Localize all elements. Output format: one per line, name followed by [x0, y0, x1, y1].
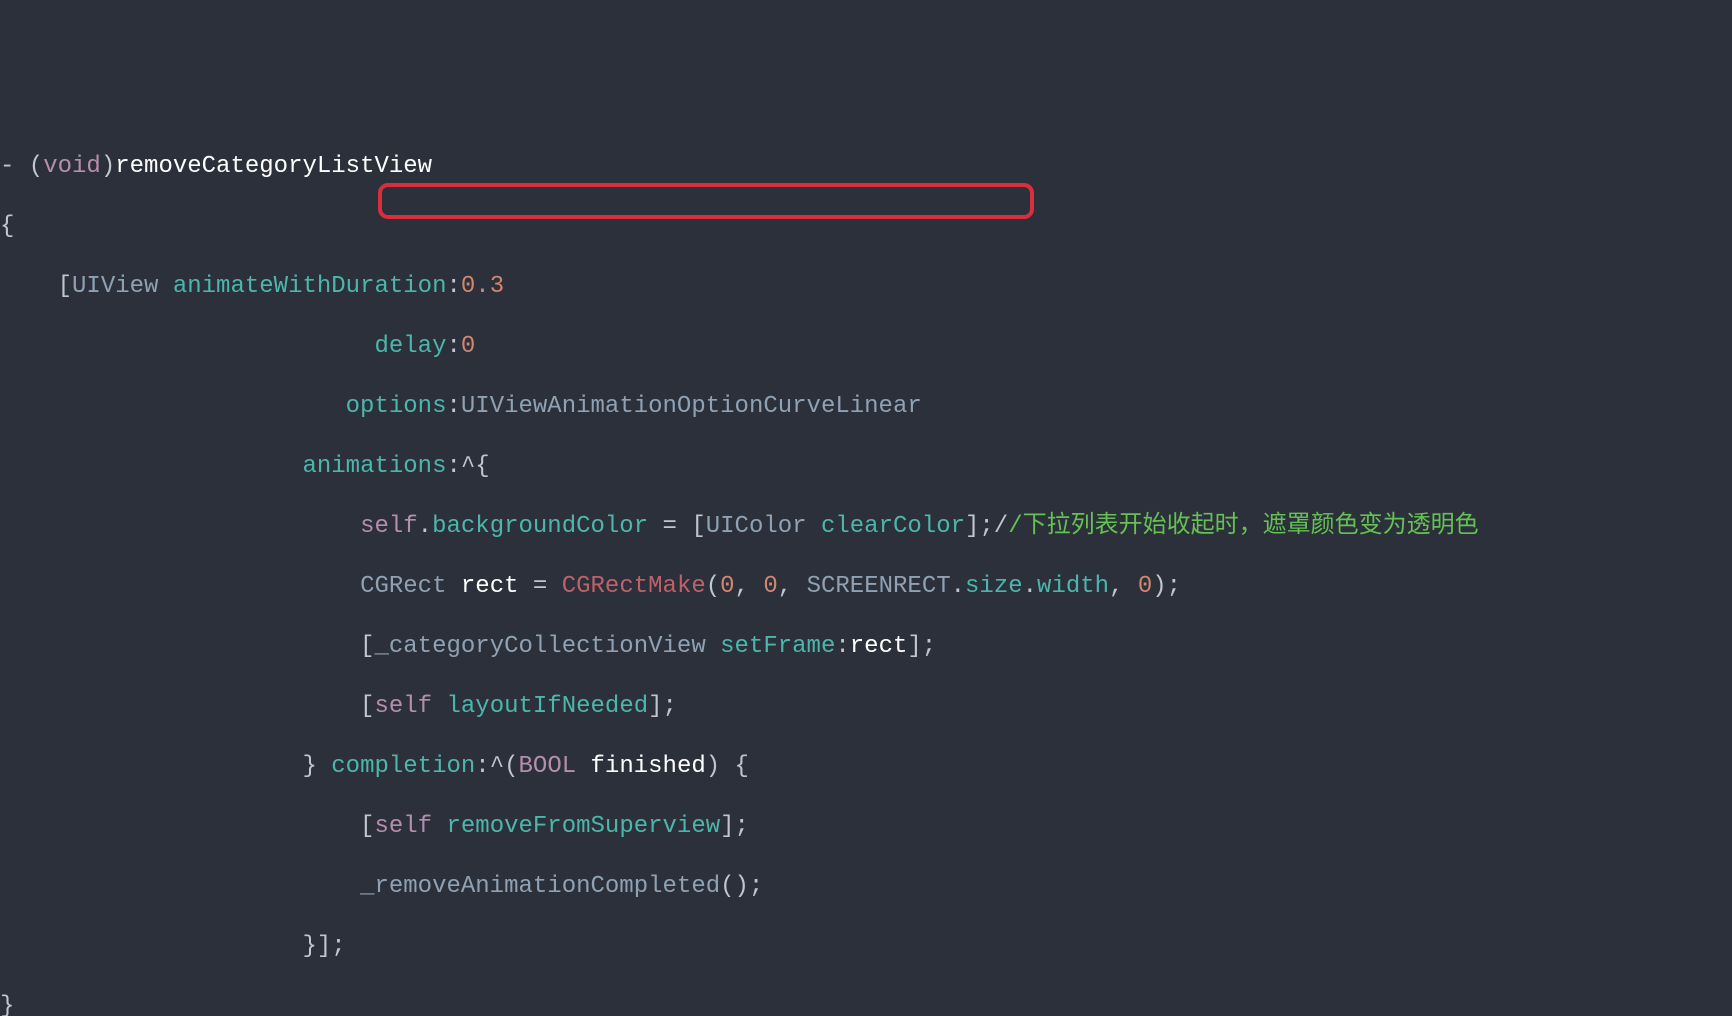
code-line: } completion:^(BOOL finished) {: [0, 752, 1732, 782]
keyword: void: [43, 153, 101, 180]
code-line: animations:^{: [0, 452, 1732, 482]
selector: removeFromSuperview: [446, 813, 720, 840]
code-editor[interactable]: - (void)removeCategoryListView { [UIView…: [0, 120, 1732, 1016]
code-line: [self layoutIfNeeded];: [0, 692, 1732, 722]
selector: layoutIfNeeded: [446, 693, 648, 720]
keyword: self: [360, 513, 418, 540]
param-label: delay: [374, 333, 446, 360]
code-line: CGRect rect = CGRectMake(0, 0, SCREENREC…: [0, 572, 1732, 602]
method-name: removeCategoryListView: [115, 153, 432, 180]
code-line: [UIView animateWithDuration:0.3: [0, 272, 1732, 302]
param-label: animations: [302, 453, 446, 480]
param-label: completion: [331, 753, 475, 780]
number-literal: 0.3: [461, 273, 504, 300]
variable: rect: [461, 573, 519, 600]
code-line: [self removeFromSuperview];: [0, 812, 1732, 842]
code-line: self.backgroundColor = [UIColor clearCol…: [0, 512, 1732, 542]
parameter: finished: [591, 753, 706, 780]
code-line: }: [0, 992, 1732, 1016]
code-line: - (void)removeCategoryListView: [0, 152, 1732, 182]
function-call: _removeAnimationCompleted: [360, 873, 720, 900]
function-call: CGRectMake: [562, 573, 706, 600]
enum-value: UIViewAnimationOptionCurveLinear: [461, 393, 922, 420]
comment: /下拉列表开始收起时，遮罩颜色变为透明色: [1008, 513, 1478, 540]
number-literal: 0: [720, 573, 734, 600]
class-name: UIColor: [706, 513, 807, 540]
type-name: CGRect: [360, 573, 446, 600]
selector: clearColor: [821, 513, 965, 540]
property: width: [1037, 573, 1109, 600]
code-line: _removeAnimationCompleted();: [0, 872, 1732, 902]
class-name: UIView: [72, 273, 158, 300]
selector: animateWithDuration: [173, 273, 447, 300]
code-line: delay:0: [0, 332, 1732, 362]
code-line: [_categoryCollectionView setFrame:rect];: [0, 632, 1732, 662]
type-name: BOOL: [519, 753, 577, 780]
keyword: self: [374, 693, 432, 720]
number-literal: 0: [1138, 573, 1152, 600]
code-line: {: [0, 212, 1732, 242]
keyword: self: [374, 813, 432, 840]
number-literal: 0: [763, 573, 777, 600]
number-literal: 0: [461, 333, 475, 360]
property: backgroundColor: [432, 513, 648, 540]
selector: setFrame: [720, 633, 835, 660]
param-label: options: [346, 393, 447, 420]
ivar: _categoryCollectionView: [374, 633, 705, 660]
code-line: options:UIViewAnimationOptionCurveLinear: [0, 392, 1732, 422]
macro: SCREENRECT: [807, 573, 951, 600]
property: size: [965, 573, 1023, 600]
code-line: }];: [0, 932, 1732, 962]
variable: rect: [850, 633, 908, 660]
